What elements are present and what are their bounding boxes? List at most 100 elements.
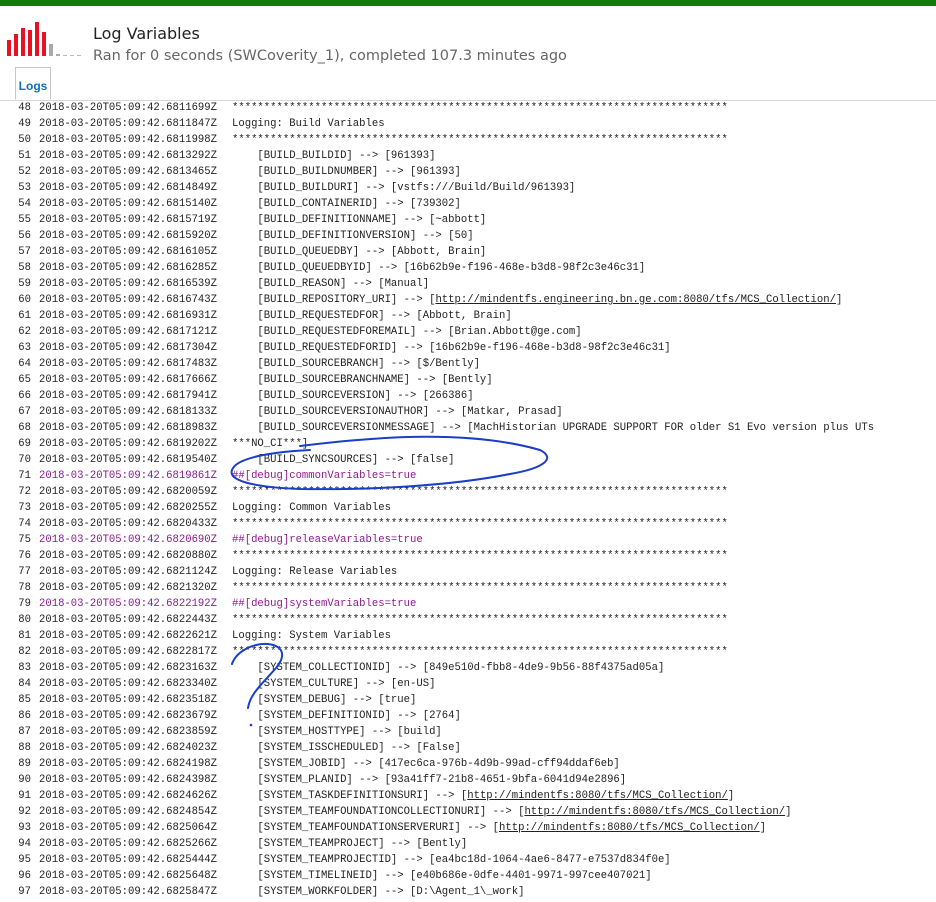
log-line: 53 2018-03-20T05:09:42.6814849Z [BUILD_BU… [0,180,936,196]
log-line: 66 2018-03-20T05:09:42.6817941Z [BUILD_SO… [0,388,936,404]
line-number: 66 [18,390,31,402]
log-line: 54 2018-03-20T05:09:42.6815140Z [BUILD_CO… [0,196,936,212]
log-line: 57 2018-03-20T05:09:42.6816105Z [BUILD_QU… [0,244,936,260]
log-line: 70 2018-03-20T05:09:42.6819540Z [BUILD_SY… [0,452,936,468]
log-message: [SYSTEM_COLLECTIONID] --> [849e510d-fbb8… [232,662,665,674]
log-message: ****************************************… [232,550,728,562]
line-number: 55 [18,214,31,226]
log-line: 92 2018-03-20T05:09:42.6824854Z [SYSTEM_T… [0,804,936,820]
log-line: 97 2018-03-20T05:09:42.6825847Z [SYSTEM_W… [0,884,936,900]
log-timestamp: 2018-03-20T05:09:42.6814849Z [39,182,218,194]
line-number: 61 [18,310,31,322]
log-message: ****************************************… [232,518,728,530]
log-message: ****************************************… [232,614,728,626]
line-number: 82 [18,646,31,658]
log-line: 96 2018-03-20T05:09:42.6825648Z [SYSTEM_T… [0,868,936,884]
log-message: [BUILD_SOURCEVERSIONMESSAGE] --> [MachHi… [232,422,875,434]
line-number: 65 [18,374,31,386]
log-line: 94 2018-03-20T05:09:42.6825266Z [SYSTEM_T… [0,836,936,852]
log-timestamp: 2018-03-20T05:09:42.6817121Z [39,326,218,338]
log-timestamp: 2018-03-20T05:09:42.6824398Z [39,774,218,786]
line-number: 67 [18,406,31,418]
log-message: [SYSTEM_JOBID] --> [417ec6ca-976b-4d9b-9… [232,758,620,770]
log-line: 91 2018-03-20T05:09:42.6824626Z [SYSTEM_T… [0,788,936,804]
log-message: ****************************************… [232,102,728,114]
log-message: [BUILD_QUEUEDBY] --> [Abbott, Brain] [232,246,487,258]
log-timestamp: 2018-03-20T05:09:42.6824023Z [39,742,218,754]
log-timestamp: 2018-03-20T05:09:42.6817304Z [39,342,218,354]
line-number: 95 [18,854,31,866]
log-message: ##[debug]systemVariables=true [232,598,417,610]
log-message: ##[debug]releaseVariables=true [232,534,423,546]
log-url-link[interactable]: http://mindentfs:8080/tfs/MCS_Collection… [467,790,728,802]
log-timestamp: 2018-03-20T05:09:42.6823163Z [39,662,218,674]
log-line: 71 2018-03-20T05:09:42.6819861Z ##[debug]c… [0,468,936,484]
log-timestamp: 2018-03-20T05:09:42.6820880Z [39,550,218,562]
log-line: 61 2018-03-20T05:09:42.6816931Z [BUILD_RE… [0,308,936,324]
line-number: 58 [18,262,31,274]
line-number: 62 [18,326,31,338]
line-number: 48 [18,102,31,114]
log-viewer[interactable]: 48 2018-03-20T05:09:42.6811699Z **********… [0,100,936,902]
log-message: ****************************************… [232,582,728,594]
line-number: 76 [18,550,31,562]
line-number: 53 [18,182,31,194]
log-message: [BUILD_SYNCSOURCES] --> [false] [232,454,455,466]
log-url-link[interactable]: http://mindentfs:8080/tfs/MCS_Collection… [524,806,785,818]
log-line: 95 2018-03-20T05:09:42.6825444Z [SYSTEM_T… [0,852,936,868]
line-number: 79 [18,598,31,610]
log-timestamp: 2018-03-20T05:09:42.6824198Z [39,758,218,770]
log-line: 81 2018-03-20T05:09:42.6822621Z Logging: S… [0,628,936,644]
log-line: 55 2018-03-20T05:09:42.6815719Z [BUILD_DE… [0,212,936,228]
line-number: 69 [18,438,31,450]
log-line: 64 2018-03-20T05:09:42.6817483Z [BUILD_SO… [0,356,936,372]
log-line: 68 2018-03-20T05:09:42.6818983Z [BUILD_SO… [0,420,936,436]
line-number: 88 [18,742,31,754]
log-timestamp: 2018-03-20T05:09:42.6817483Z [39,358,218,370]
log-line: 80 2018-03-20T05:09:42.6822443Z **********… [0,612,936,628]
log-timestamp: 2018-03-20T05:09:42.6813465Z [39,166,218,178]
log-line: 83 2018-03-20T05:09:42.6823163Z [SYSTEM_C… [0,660,936,676]
log-timestamp: 2018-03-20T05:09:42.6816539Z [39,278,218,290]
log-timestamp: 2018-03-20T05:09:42.6816931Z [39,310,218,322]
log-timestamp: 2018-03-20T05:09:42.6824854Z [39,806,218,818]
log-timestamp: 2018-03-20T05:09:42.6825847Z [39,886,218,898]
tab-bar: Logs [0,64,936,101]
log-timestamp: 2018-03-20T05:09:42.6819861Z [39,470,218,482]
log-line: 86 2018-03-20T05:09:42.6823679Z [SYSTEM_D… [0,708,936,724]
build-history-bars-icon[interactable] [7,20,85,56]
run-summary: Ran for 0 seconds (SWCoverity_1), comple… [93,48,567,64]
log-message: [BUILD_REPOSITORY_URI] --> [http://minde… [232,294,843,306]
line-number: 52 [18,166,31,178]
log-message: [SYSTEM_CULTURE] --> [en-US] [232,678,436,690]
log-line: 69 2018-03-20T05:09:42.6819202Z ***NO_CI**… [0,436,936,452]
line-number: 60 [18,294,31,306]
log-line: 50 2018-03-20T05:09:42.6811998Z **********… [0,132,936,148]
log-message: [SYSTEM_PLANID] --> [93a41ff7-21b8-4651-… [232,774,627,786]
line-number: 80 [18,614,31,626]
line-number: 85 [18,694,31,706]
line-number: 59 [18,278,31,290]
log-url-link[interactable]: http://mindentfs:8080/tfs/MCS_Collection… [499,822,760,834]
log-line: 90 2018-03-20T05:09:42.6824398Z [SYSTEM_P… [0,772,936,788]
log-message: [SYSTEM_TIMELINEID] --> [e40b686e-0dfe-4… [232,870,652,882]
log-message: [SYSTEM_DEFINITIONID] --> [2764] [232,710,461,722]
log-timestamp: 2018-03-20T05:09:42.6823340Z [39,678,218,690]
line-number: 77 [18,566,31,578]
line-number: 93 [18,822,31,834]
line-number: 83 [18,662,31,674]
log-timestamp: 2018-03-20T05:09:42.6816105Z [39,246,218,258]
log-timestamp: 2018-03-20T05:09:42.6820690Z [39,534,218,546]
line-number: 54 [18,198,31,210]
log-line: 89 2018-03-20T05:09:42.6824198Z [SYSTEM_J… [0,756,936,772]
line-number: 89 [18,758,31,770]
line-number: 91 [18,790,31,802]
line-number: 50 [18,134,31,146]
log-message: [BUILD_REASON] --> [Manual] [232,278,430,290]
log-url-link[interactable]: http://mindentfs.engineering.bn.ge.com:8… [435,294,836,306]
log-timestamp: 2018-03-20T05:09:42.6818983Z [39,422,218,434]
line-number: 84 [18,678,31,690]
tab-logs[interactable]: Logs [15,67,51,100]
log-timestamp: 2018-03-20T05:09:42.6825444Z [39,854,218,866]
log-line: 52 2018-03-20T05:09:42.6813465Z [BUILD_BU… [0,164,936,180]
